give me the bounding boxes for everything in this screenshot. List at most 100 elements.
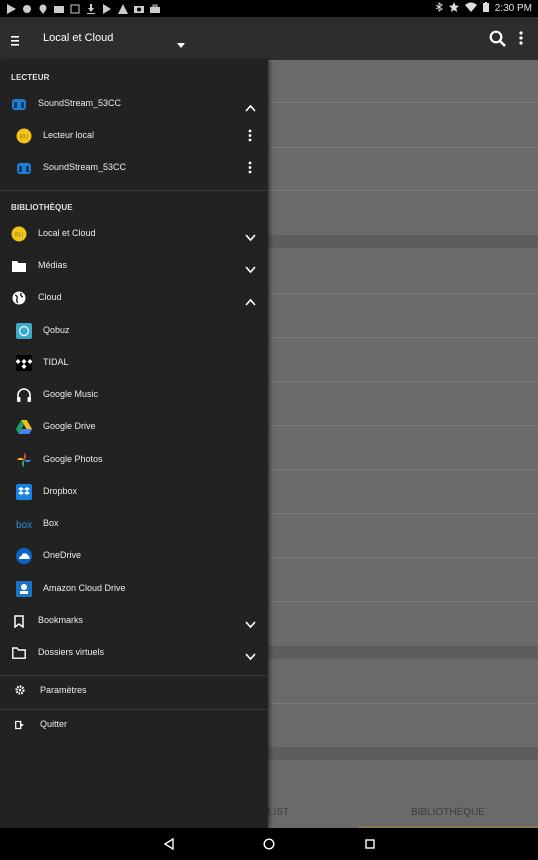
- tab-playlist[interactable]: LIST: [268, 807, 289, 818]
- dropbox-icon: [16, 484, 32, 500]
- settings-notification-icon: [22, 4, 32, 14]
- home-icon[interactable]: [262, 837, 276, 851]
- more-options-icon[interactable]: [248, 161, 252, 174]
- settings-item[interactable]: Paramètres: [0, 676, 268, 708]
- tidal-icon: [16, 355, 32, 371]
- library-content-dimmed: [268, 60, 538, 828]
- chevron-down-icon[interactable]: [245, 648, 256, 661]
- navigation-drawer: LECTEUR SoundStream_53CC BU Lecteur loca…: [0, 60, 268, 828]
- cloud-item-google-music[interactable]: Google Music: [0, 379, 268, 411]
- cloud-item-label: Box: [43, 518, 59, 528]
- library-item-medias[interactable]: Médias: [0, 250, 268, 282]
- list-divider: [268, 102, 538, 103]
- play-store-notification-icon: [102, 3, 112, 14]
- play-notification-icon: [6, 3, 16, 14]
- list-divider: [268, 425, 538, 426]
- amazon-cloud-drive-icon: [16, 581, 32, 597]
- cloud-item-dropbox[interactable]: Dropbox: [0, 476, 268, 508]
- quit-item[interactable]: Quitter: [0, 710, 268, 742]
- cloud-item-google-drive[interactable]: Google Drive: [0, 411, 268, 443]
- location-notification-icon: [38, 4, 48, 14]
- library-item-cloud[interactable]: Cloud: [0, 282, 268, 314]
- list-divider: [268, 337, 538, 338]
- list-divider: [268, 513, 538, 514]
- cloud-item-label: Dropbox: [43, 486, 78, 496]
- overflow-menu-icon[interactable]: [519, 31, 523, 45]
- cloud-item-label: Qobuz: [43, 325, 70, 335]
- list-divider: [268, 703, 538, 704]
- bottom-tabs: LIST BIBLIOTHÈQUE: [268, 796, 538, 828]
- warning-notification-icon: [118, 3, 128, 14]
- star-icon: [448, 2, 459, 15]
- cloud-item-label: Google Drive: [43, 421, 96, 431]
- list-divider: [268, 190, 538, 191]
- chevron-up-icon[interactable]: [245, 293, 256, 306]
- app-bar: Local et Cloud: [0, 17, 538, 60]
- bubbleupnp-icon: BU: [11, 226, 27, 242]
- player-local-label: Lecteur local: [43, 130, 95, 140]
- medias-label: Médias: [38, 260, 68, 270]
- virtual-folders-label: Dossiers virtuels: [38, 647, 105, 657]
- chevron-down-icon[interactable]: [245, 229, 256, 242]
- soundstream-device-icon: [16, 160, 32, 176]
- bluetooth-icon: [435, 2, 443, 15]
- cloud-item-onedrive[interactable]: OneDrive: [0, 540, 268, 572]
- local-cloud-label: Local et Cloud: [38, 228, 96, 238]
- qobuz-icon: [16, 323, 32, 339]
- cloud-item-label: Google Photos: [43, 454, 103, 464]
- dropdown-caret-icon[interactable]: [177, 35, 185, 53]
- settings-label: Paramètres: [40, 685, 87, 695]
- section-header-player: LECTEUR: [11, 73, 50, 82]
- library-item-virtual-folders[interactable]: Dossiers virtuels: [0, 637, 268, 669]
- list-divider: [268, 381, 538, 382]
- chevron-up-icon[interactable]: [245, 99, 256, 112]
- email-notification-icon: [54, 4, 64, 14]
- player-item-soundstream[interactable]: SoundStream_53CC: [0, 152, 268, 184]
- bubbleupnp-icon: BU: [16, 128, 32, 144]
- box-icon: box: [16, 516, 32, 532]
- cloud-item-google-photos[interactable]: Google Photos: [0, 444, 268, 476]
- cloud-item-label: Google Music: [43, 389, 99, 399]
- cloud-item-box[interactable]: box Box: [0, 508, 268, 540]
- list-divider: [268, 293, 538, 294]
- bookmark-icon: [11, 613, 27, 629]
- list-divider: [268, 557, 538, 558]
- gear-icon: [14, 684, 26, 696]
- source-selector-title[interactable]: Local et Cloud: [43, 32, 113, 44]
- download-notification-icon: [86, 3, 96, 14]
- folder-outline-icon: [11, 645, 27, 661]
- system-navigation-bar: [0, 828, 538, 860]
- list-divider: [268, 469, 538, 470]
- cloud-item-qobuz[interactable]: Qobuz: [0, 315, 268, 347]
- section-band: [268, 747, 538, 760]
- google-drive-icon: [16, 419, 32, 435]
- image-notification-icon: [70, 4, 80, 14]
- soundstream-device-icon: [11, 96, 27, 112]
- google-photos-icon: [16, 452, 32, 468]
- menu-icon[interactable]: [11, 33, 21, 46]
- more-options-icon[interactable]: [248, 129, 252, 142]
- back-icon[interactable]: [162, 837, 176, 851]
- chevron-down-icon[interactable]: [245, 261, 256, 274]
- player-item-local[interactable]: BU Lecteur local: [0, 120, 268, 152]
- tab-library[interactable]: BIBLIOTHÈQUE: [411, 807, 485, 818]
- cloud-item-label: Amazon Cloud Drive: [43, 583, 126, 593]
- player-group-soundstream[interactable]: SoundStream_53CC: [0, 88, 268, 120]
- library-item-local-cloud[interactable]: BU Local et Cloud: [0, 218, 268, 250]
- cloud-item-tidal[interactable]: TIDAL: [0, 347, 268, 379]
- status-time: 2:30 PM: [494, 3, 532, 14]
- exit-icon: [14, 719, 26, 731]
- chevron-down-icon[interactable]: [245, 616, 256, 629]
- cloud-item-amazon-cloud-drive[interactable]: Amazon Cloud Drive: [0, 573, 268, 605]
- section-header-library: BIBLIOTHÈQUE: [11, 203, 73, 212]
- cloud-item-label: TIDAL: [43, 357, 69, 367]
- folder-icon: [11, 258, 27, 274]
- recents-icon[interactable]: [363, 837, 377, 851]
- system-icons: 2:30 PM: [435, 2, 532, 15]
- player-device-label: SoundStream_53CC: [38, 98, 122, 108]
- battery-icon: [482, 2, 489, 15]
- search-icon[interactable]: [489, 30, 506, 47]
- library-item-bookmarks[interactable]: Bookmarks: [0, 605, 268, 637]
- section-band: [268, 235, 538, 248]
- status-bar: 2:30 PM: [0, 0, 538, 17]
